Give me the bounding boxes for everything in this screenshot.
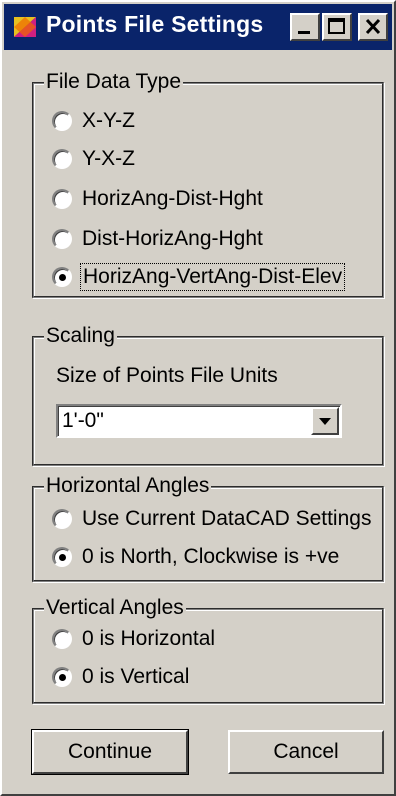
file-data-type-group: File Data Type X-Y-Z Y-X-Z HorizAng-Dist… [32, 69, 384, 298]
radio-button[interactable] [52, 111, 72, 131]
continue-button[interactable]: Continue [31, 729, 189, 775]
radio-label: 0 is Horizontal [82, 627, 216, 650]
radio-horizang-dist-hght[interactable]: HorizAng-Dist-Hght [52, 184, 263, 214]
radio-label: 0 is Vertical [82, 665, 190, 688]
file-data-type-legend: File Data Type [44, 69, 184, 95]
minimize-icon [298, 31, 310, 34]
radio-button[interactable] [52, 189, 72, 209]
radio-horizang-vertang-dist-elev[interactable]: HorizAng-VertAng-Dist-Elev [52, 262, 346, 292]
cancel-button[interactable]: Cancel [228, 730, 384, 774]
radio-y-x-z[interactable]: Y-X-Z [52, 144, 135, 174]
units-size-dropdown[interactable]: 1'-0" [56, 404, 342, 438]
units-size-value: 1'-0" [62, 409, 104, 432]
minimize-button[interactable] [290, 13, 320, 41]
radio-label: HorizAng-VertAng-Dist-Elev [79, 263, 346, 291]
dropdown-button[interactable] [311, 407, 339, 435]
radio-label: Dist-HorizAng-Hght [82, 227, 263, 250]
vertical-angles-group: Vertical Angles 0 is Horizontal 0 is Ver… [32, 595, 384, 704]
radio-use-current-datacad[interactable]: Use Current DataCAD Settings [52, 504, 371, 534]
radio-button-selected[interactable] [52, 667, 72, 687]
maximize-icon [328, 18, 345, 34]
units-size-label: Size of Points File Units [56, 364, 278, 387]
radio-label: Use Current DataCAD Settings [82, 507, 372, 530]
close-icon [365, 18, 381, 35]
vertical-angles-legend: Vertical Angles [44, 595, 186, 621]
horizontal-angles-legend: Horizontal Angles [44, 473, 212, 499]
horizontal-angles-group: Horizontal Angles Use Current DataCAD Se… [32, 473, 384, 582]
radio-0-is-north[interactable]: 0 is North, Clockwise is +ve [52, 542, 339, 572]
close-button[interactable] [358, 13, 388, 41]
chevron-down-icon [319, 418, 331, 425]
radio-label: 0 is North, Clockwise is +ve [82, 545, 340, 568]
radio-0-is-horizontal[interactable]: 0 is Horizontal [52, 624, 215, 654]
radio-0-is-vertical[interactable]: 0 is Vertical [52, 662, 189, 692]
radio-label: HorizAng-Dist-Hght [82, 187, 263, 210]
points-file-settings-window: Points File Settings File Data Type X-Y-… [0, 0, 396, 796]
title-bar[interactable]: Points File Settings [4, 4, 392, 50]
radio-label: Y-X-Z [82, 147, 135, 170]
scaling-group: Scaling Size of Points File Units 1'-0" [32, 323, 384, 466]
radio-button-selected[interactable] [52, 547, 72, 567]
scaling-legend: Scaling [44, 323, 117, 349]
app-icon [14, 17, 36, 37]
maximize-button[interactable] [322, 13, 352, 41]
radio-dist-horizang-hght[interactable]: Dist-HorizAng-Hght [52, 224, 263, 254]
radio-button-selected[interactable] [52, 267, 72, 287]
radio-label: X-Y-Z [82, 109, 135, 132]
radio-button[interactable] [52, 629, 72, 649]
radio-button[interactable] [52, 149, 72, 169]
window-title: Points File Settings [46, 11, 264, 37]
radio-button[interactable] [52, 509, 72, 529]
radio-x-y-z[interactable]: X-Y-Z [52, 106, 135, 136]
radio-button[interactable] [52, 229, 72, 249]
